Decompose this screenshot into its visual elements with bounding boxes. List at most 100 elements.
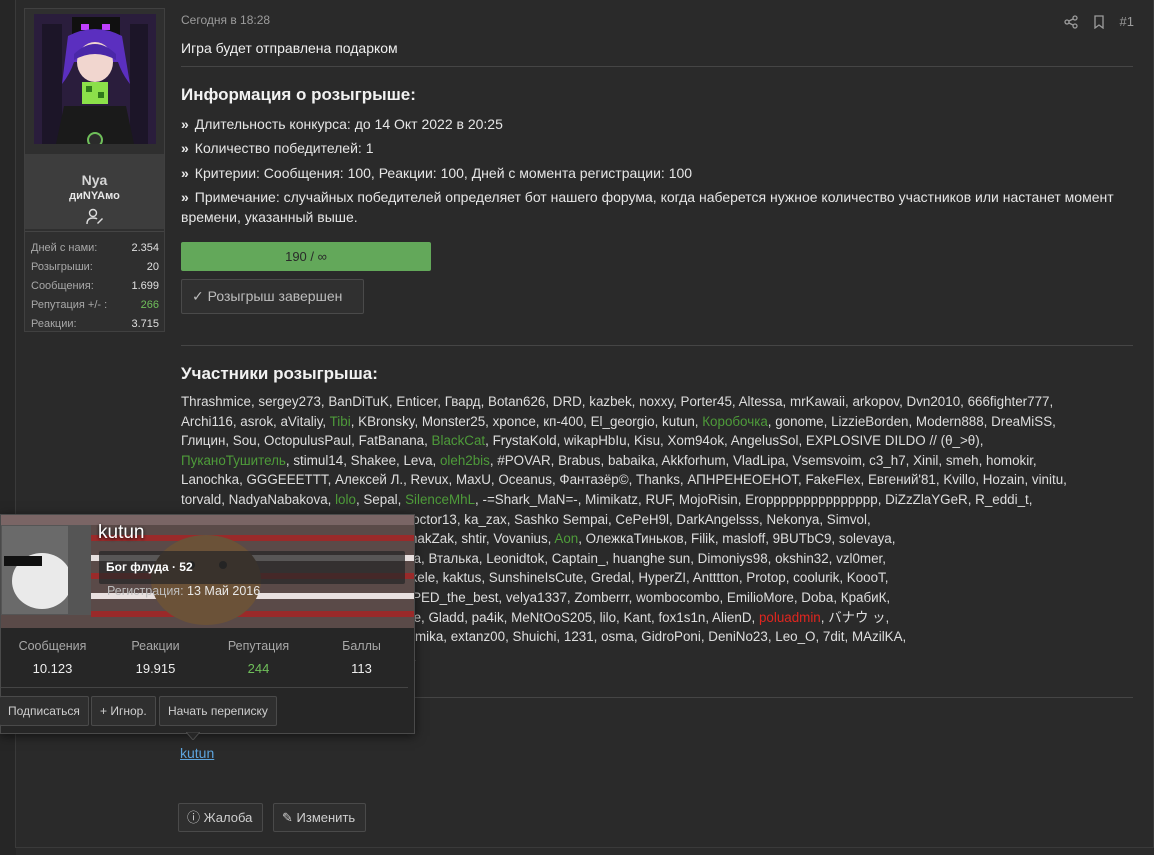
participants-progress-bar: 190 / ∞ <box>181 242 431 271</box>
stat-label: Сообщения <box>18 639 87 653</box>
stat-value: 113 <box>351 661 372 676</box>
stat-value: 244 <box>247 661 270 676</box>
user-panel: Nya диNYAмо Дней с нами: 2.354 Розыгрыши:… <box>24 8 165 332</box>
stat-value: 1.699 <box>131 280 159 292</box>
participants-line: ПуканоТушитель, stimul14, Shakee, Leva, … <box>181 451 1136 471</box>
check-icon: ✓ <box>192 288 204 304</box>
usernames-text: , KBronsky, Monster25, xponce, кп-400, E… <box>350 413 703 429</box>
card-registration: Регистрация: 13 Май 2016 <box>107 584 260 598</box>
stat-row-giveaways: Розыгрыши: 20 <box>31 258 159 277</box>
highlighted-username[interactable]: BlackCat <box>432 433 486 448</box>
participants-line: torvald, NadyaNabakova, lolo, Sepal, Sil… <box>181 490 1136 510</box>
info-text: Критерии: Сообщения: 100, Реакции: 100, … <box>194 165 693 181</box>
report-button[interactable]: ⓘ Жалоба <box>178 803 264 832</box>
double-chevron-icon: » <box>181 116 189 132</box>
participants-line: Глицин, Sou, OctopulusPaul, FatBanana, B… <box>181 431 1136 451</box>
subscribe-button[interactable]: Подписаться <box>0 696 89 726</box>
user-avatar[interactable] <box>34 14 156 144</box>
info-note: » Примечание: случайных победителей опред… <box>181 187 1131 227</box>
stat-value: 266 <box>140 299 159 311</box>
usernames-text: Lanochka, GGGEEETTT, Алексей Л., Revux, … <box>181 472 1067 488</box>
participants-line: Archi116, asrok, aVitaliy, Tibi, KBronsk… <box>181 412 1136 432</box>
stat-label: Сообщения: <box>31 280 94 292</box>
stat-value: 10.123 <box>32 661 73 676</box>
card-avatar[interactable] <box>1 525 91 615</box>
post-actions: #1 <box>1063 14 1134 29</box>
user-edit-icon <box>86 208 103 225</box>
highlighted-username[interactable]: Tibi <box>330 414 351 429</box>
info-text: Примечание: случайных победителей опреде… <box>181 189 1114 225</box>
alert-icon: ⓘ <box>187 810 201 825</box>
double-chevron-icon: » <box>181 189 189 205</box>
info-duration: » Длительность конкурса: до 14 Окт 2022 в… <box>181 114 1131 134</box>
giveaway-finished-button[interactable]: ✓ Розыгрыш завершен <box>181 279 364 314</box>
start-conversation-button[interactable]: Начать переписку <box>159 696 277 726</box>
member-tooltip-card: kutun Бог флуда · 52 Регистрация: 13 Май… <box>0 514 415 734</box>
button-label: Изменить <box>296 810 356 825</box>
stat-row-days: Дней с нами: 2.354 <box>31 239 159 258</box>
usernames-text: Thrashmice, sergey273, BanDiTuK, Enticer… <box>181 394 1054 409</box>
stat-row-reputation: Репутация +/- : 266 <box>31 296 159 315</box>
edit-icon: ✎ <box>282 810 293 825</box>
participants-heading: Участники розыгрыша: <box>181 364 378 383</box>
post-number[interactable]: #1 <box>1120 14 1134 29</box>
stat-label: Реакции: <box>31 318 77 330</box>
double-chevron-icon: » <box>181 140 189 156</box>
card-username[interactable]: kutun <box>98 522 144 544</box>
highlighted-username[interactable]: Коробочка <box>702 414 768 429</box>
info-criteria: » Критерии: Сообщения: 100, Реакции: 100,… <box>181 163 1131 183</box>
stat-label: Реакции <box>131 639 180 653</box>
usernames-text: , バナウ ッ, <box>820 609 890 625</box>
double-chevron-icon: » <box>181 165 189 181</box>
usernames-text: , ОлежкаТиньков, Filik, masloff, 9BUTbC9… <box>578 531 896 547</box>
usernames-text: , Sepal, <box>355 491 406 507</box>
edit-button[interactable]: ✎ Изменить <box>273 803 367 832</box>
usernames-text: , gonome, LizzieBorden, Modern888, DreaM… <box>767 413 1056 429</box>
winner-link[interactable]: kutun <box>180 745 214 761</box>
gift-note: Игра будет отправлена подарком <box>181 40 398 56</box>
card-rank: Бог флуда · 52 <box>99 551 405 584</box>
usernames-text: torvald, NadyaNabakova, <box>181 491 336 507</box>
post-date[interactable]: Сегодня в 18:28 <box>181 13 270 27</box>
user-stats: Дней с нами: 2.354 Розыгрыши: 20 Сообщения… <box>31 239 159 334</box>
highlighted-username[interactable]: lolo <box>335 492 356 507</box>
info-heading: Информация о розыгрыше: <box>181 85 416 104</box>
stat-value: 2.354 <box>131 242 159 254</box>
stat-label: Репутация +/- : <box>31 299 108 311</box>
share-icon[interactable] <box>1063 14 1078 29</box>
participants-line: Thrashmice, sergey273, BanDiTuK, Enticer… <box>181 392 1136 412</box>
ignore-button[interactable]: + Игнор. <box>91 696 156 726</box>
highlighted-username[interactable]: SilenceMhL <box>405 492 475 507</box>
stat-label: Розыгрыши: <box>31 261 93 273</box>
divider <box>181 66 1133 67</box>
info-text: Количество победителей: 1 <box>194 140 374 156</box>
stat-label: Репутация <box>227 639 290 653</box>
bookmark-icon[interactable] <box>1092 14 1106 29</box>
stats-divider <box>25 231 164 232</box>
usernames-text: , FrystaKold, wikapHbIu, Kisu, Xom94ok, … <box>485 433 984 449</box>
usernames-text: Глицин, Sou, OctopulusPaul, FatBanana, <box>181 433 432 449</box>
usernames-text: Archi116, asrok, aVitaliy, <box>181 413 330 429</box>
reg-date: 13 Май 2016 <box>187 584 261 598</box>
stat-value: 19.915 <box>135 661 176 676</box>
divider <box>181 345 1133 346</box>
highlighted-username[interactable]: Aon <box>554 531 578 546</box>
highlighted-username[interactable]: poluadmin <box>759 610 821 625</box>
info-winners: » Количество победителей: 1 <box>181 138 1131 158</box>
reg-label: Регистрация: <box>107 584 184 598</box>
card-stat-reputation: Репутация 244 <box>207 639 310 676</box>
tooltip-pointer <box>186 732 200 740</box>
stat-row-messages: Сообщения: 1.699 <box>31 277 159 296</box>
highlighted-username[interactable]: ПуканоТушитель <box>181 453 286 468</box>
card-stat-messages: Сообщения 10.123 <box>1 639 104 676</box>
card-stat-reactions: Реакции 19.915 <box>104 639 207 676</box>
card-divider <box>1 687 408 688</box>
user-title: диNYAмо <box>69 190 120 202</box>
username[interactable]: Nya <box>25 172 164 188</box>
highlighted-username[interactable]: oleh2bis <box>440 453 490 468</box>
stat-label: Дней с нами: <box>31 242 98 254</box>
card-stat-points: Баллы 113 <box>310 639 413 676</box>
usernames-text: , #POVAR, Brabus, babaika, Akkforhum, Vl… <box>489 452 1037 468</box>
info-text: Длительность конкурса: до 14 Окт 2022 в … <box>194 116 503 132</box>
stat-value: 3.715 <box>131 318 159 330</box>
